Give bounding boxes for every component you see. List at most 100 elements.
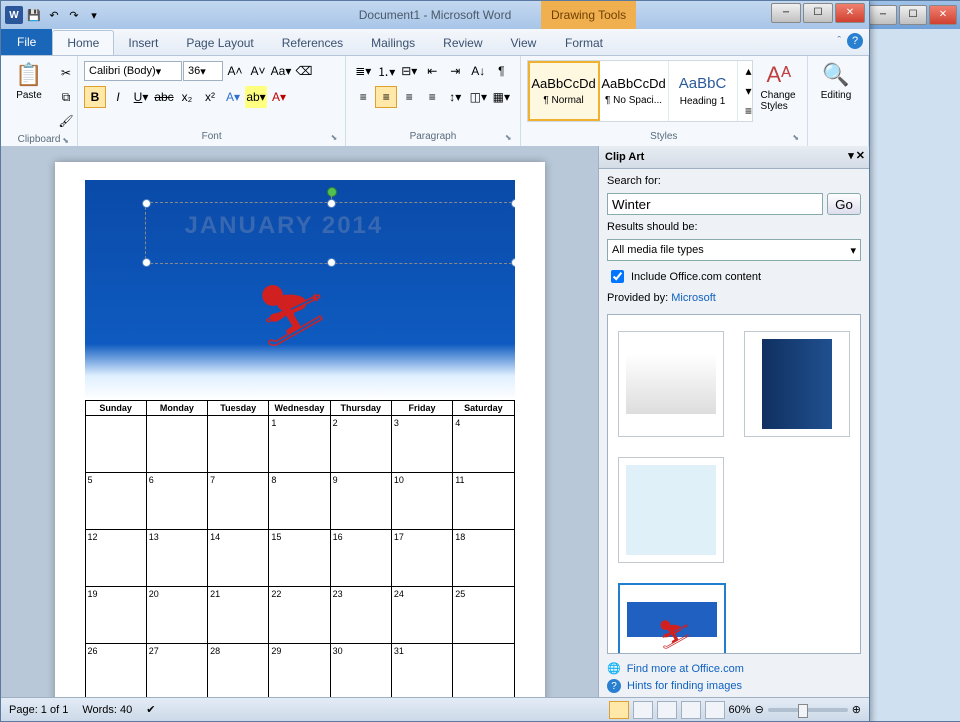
borders-button[interactable]: ▦▾ <box>490 86 512 108</box>
calendar-cell[interactable]: 21 <box>208 587 269 644</box>
zoom-in-button[interactable]: ⊕ <box>852 703 861 716</box>
calendar-cell[interactable] <box>453 644 514 698</box>
align-right-button[interactable]: ≡ <box>398 86 420 108</box>
rotate-handle[interactable] <box>327 187 337 197</box>
calendar-cell[interactable]: 6 <box>146 473 207 530</box>
word-count[interactable]: Words: 40 <box>82 704 132 716</box>
resize-handle-n[interactable] <box>327 199 336 208</box>
page[interactable]: JANUARY 2014 SundayMondayTuesdayWednesda… <box>55 162 545 697</box>
ribbon-minimize-icon[interactable]: ˆ <box>837 35 841 47</box>
clipart-thumb-2[interactable] <box>744 331 850 437</box>
decrease-indent-button[interactable]: ⇤ <box>421 60 443 82</box>
grow-font-button[interactable]: A˄ <box>224 60 246 82</box>
justify-button[interactable]: ≡ <box>421 86 443 108</box>
style-no-spacing[interactable]: AaBbCcDd ¶ No Spaci... <box>600 61 669 121</box>
shading-button[interactable]: ◫▾ <box>467 86 489 108</box>
change-styles-button[interactable]: Aᴬ Change Styles <box>757 60 801 114</box>
calendar-cell[interactable]: 9 <box>330 473 391 530</box>
tab-mailings[interactable]: Mailings <box>357 31 429 55</box>
provider-link[interactable]: Microsoft <box>671 292 716 304</box>
hero-image[interactable]: JANUARY 2014 <box>85 180 515 400</box>
calendar-cell[interactable]: 5 <box>85 473 146 530</box>
zoom-thumb[interactable] <box>798 704 808 718</box>
calendar-cell[interactable]: 14 <box>208 530 269 587</box>
hints-link[interactable]: ? Hints for finding images <box>607 679 861 693</box>
resize-handle-sw[interactable] <box>142 258 151 267</box>
font-name-combo[interactable]: Calibri (Body) ▾ <box>84 61 182 81</box>
calendar-cell[interactable]: 10 <box>391 473 452 530</box>
selection-box[interactable] <box>145 202 515 264</box>
fullscreen-view[interactable] <box>633 701 653 719</box>
clipart-thumb-4[interactable] <box>618 583 726 654</box>
maximize-button[interactable]: ☐ <box>803 3 833 23</box>
calendar-cell[interactable]: 17 <box>391 530 452 587</box>
zoom-value[interactable]: 60% <box>729 704 751 716</box>
web-layout-view[interactable] <box>657 701 677 719</box>
calendar-cell[interactable]: 4 <box>453 416 514 473</box>
calendar-cell[interactable]: 15 <box>269 530 330 587</box>
align-left-button[interactable]: ≡ <box>352 86 374 108</box>
calendar-cell[interactable]: 7 <box>208 473 269 530</box>
undo-icon[interactable]: ↶ <box>45 6 63 24</box>
calendar-cell[interactable]: 31 <box>391 644 452 698</box>
text-effects-button[interactable]: A▾ <box>222 86 244 108</box>
pane-close-icon[interactable]: ✕ <box>856 149 865 162</box>
calendar-cell[interactable]: 28 <box>208 644 269 698</box>
resize-handle-nw[interactable] <box>142 199 151 208</box>
show-marks-button[interactable]: ¶ <box>490 60 512 82</box>
editing-button[interactable]: 🔍 Editing <box>814 60 858 103</box>
zoom-out-button[interactable]: ⊖ <box>755 703 764 716</box>
underline-button[interactable]: U▾ <box>130 86 152 108</box>
search-input[interactable] <box>607 193 823 215</box>
clear-formatting-button[interactable]: ⌫ <box>293 60 315 82</box>
tab-references[interactable]: References <box>268 31 357 55</box>
calendar-cell[interactable]: 12 <box>85 530 146 587</box>
strikethrough-button[interactable]: abc <box>153 86 175 108</box>
page-status[interactable]: Page: 1 of 1 <box>9 704 68 716</box>
change-case-button[interactable]: Aa▾ <box>270 60 292 82</box>
align-center-button[interactable]: ≡ <box>375 86 397 108</box>
copy-button[interactable]: ⧉ <box>55 86 77 108</box>
style-normal[interactable]: AaBbCcDd ¶ Normal <box>528 61 600 121</box>
find-more-link[interactable]: 🌐 Find more at Office.com <box>607 662 861 675</box>
include-office-checkbox[interactable]: Include Office.com content <box>607 267 861 286</box>
tab-format[interactable]: Format <box>551 31 617 55</box>
calendar-cell[interactable]: 16 <box>330 530 391 587</box>
qat-customize-icon[interactable]: ▾ <box>85 6 103 24</box>
go-button[interactable]: Go <box>827 193 861 215</box>
calendar-cell[interactable]: 2 <box>330 416 391 473</box>
highlight-button[interactable]: ab▾ <box>245 86 267 108</box>
calendar-cell[interactable]: 29 <box>269 644 330 698</box>
resize-handle-s[interactable] <box>327 258 336 267</box>
calendar-cell[interactable]: 8 <box>269 473 330 530</box>
help-icon[interactable]: ? <box>847 33 863 49</box>
styles-gallery[interactable]: AaBbCcDd ¶ Normal AaBbCcDd ¶ No Spaci...… <box>527 60 753 122</box>
calendar-cell[interactable]: 26 <box>85 644 146 698</box>
bg-close-button[interactable]: ✕ <box>929 5 957 25</box>
calendar-cell[interactable]: 25 <box>453 587 514 644</box>
proofing-icon[interactable]: ✔ <box>146 703 155 716</box>
italic-button[interactable]: I <box>107 86 129 108</box>
media-type-select[interactable]: All media file types▾ <box>607 239 861 261</box>
bg-maximize-button[interactable]: ☐ <box>899 5 927 25</box>
document-area[interactable]: JANUARY 2014 SundayMondayTuesdayWednesda… <box>1 146 598 697</box>
redo-icon[interactable]: ↷ <box>65 6 83 24</box>
calendar-cell[interactable]: 20 <box>146 587 207 644</box>
bold-button[interactable]: B <box>84 86 106 108</box>
clipart-thumb-3[interactable] <box>618 457 724 563</box>
resize-handle-se[interactable] <box>511 258 515 267</box>
bullets-button[interactable]: ≣▾ <box>352 60 374 82</box>
calendar-cell[interactable]: 13 <box>146 530 207 587</box>
format-painter-button[interactable]: 🖌 <box>55 110 77 132</box>
shrink-font-button[interactable]: A˅ <box>247 60 269 82</box>
pane-dropdown-icon[interactable]: ▾ <box>848 149 854 162</box>
multilevel-button[interactable]: ⊟▾ <box>398 60 420 82</box>
calendar-cell[interactable] <box>208 416 269 473</box>
calendar-cell[interactable]: 11 <box>453 473 514 530</box>
calendar-table[interactable]: SundayMondayTuesdayWednesdayThursdayFrid… <box>85 400 515 697</box>
tab-home[interactable]: Home <box>52 30 114 55</box>
zoom-slider[interactable] <box>768 708 848 712</box>
numbering-button[interactable]: ⒈▾ <box>375 60 397 82</box>
style-heading1[interactable]: AaBbC Heading 1 <box>669 61 738 121</box>
tab-page-layout[interactable]: Page Layout <box>172 31 267 55</box>
